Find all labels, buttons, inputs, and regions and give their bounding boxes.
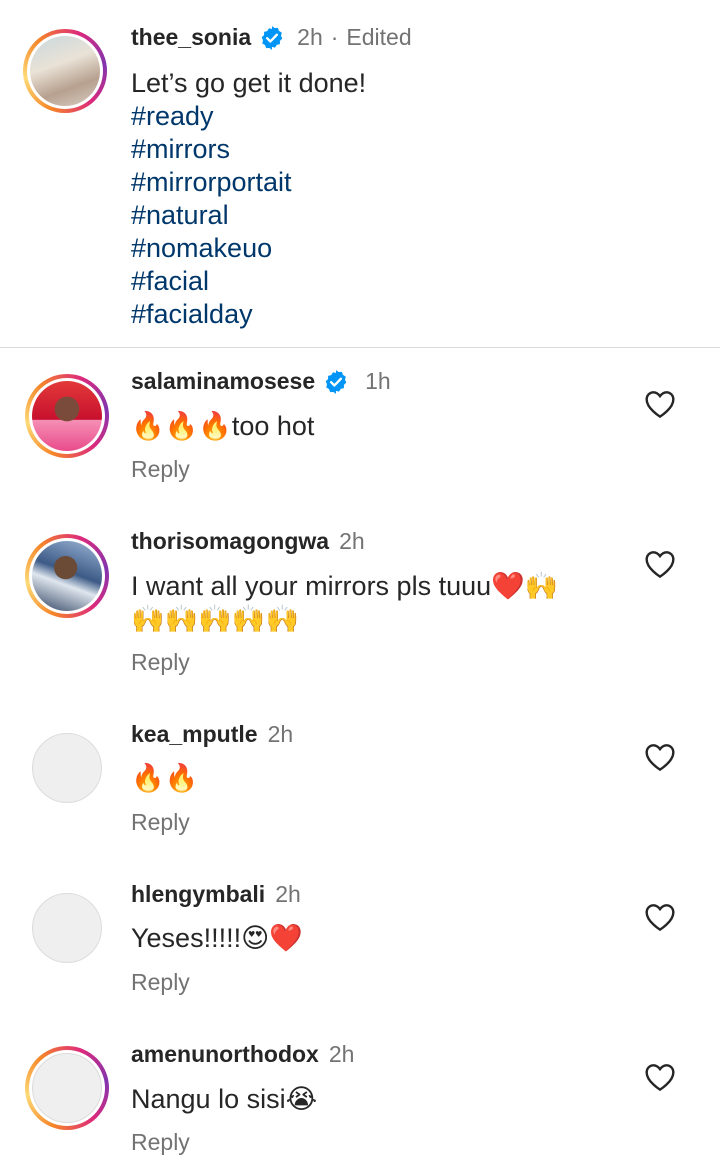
comment-time: 2h (275, 881, 301, 907)
verified-badge-icon (261, 25, 283, 50)
comment-text: I want all your mirrors pls tuuu❤️🙌 🙌🙌🙌🙌… (131, 570, 558, 636)
reply-button[interactable]: Reply (131, 1129, 190, 1156)
caption-divider (0, 347, 720, 348)
commenter-avatar[interactable] (32, 733, 102, 803)
comment-username[interactable]: amenunorthodox (131, 1041, 319, 1068)
heart-outline-icon[interactable] (644, 902, 676, 932)
comment-text: Nangu lo sisi😭 (131, 1084, 318, 1114)
comment-text: Yeses!!!!!😍❤️ (131, 923, 303, 953)
comment-text: 🔥🔥 (131, 763, 199, 794)
comment-text-content: too hot (231, 411, 315, 441)
comment-username[interactable]: thorisomagongwa (131, 528, 329, 555)
commenter-avatar[interactable] (25, 534, 109, 618)
hashtag-link[interactable]: #nomakeuo (131, 232, 366, 265)
comment-username[interactable]: hlengymbali (131, 881, 265, 908)
verified-badge-icon (325, 369, 347, 394)
hashtag-link[interactable]: #natural (131, 199, 366, 232)
author-avatar[interactable] (23, 29, 107, 113)
comment-username[interactable]: kea_mputle (131, 721, 258, 748)
reply-button[interactable]: Reply (131, 649, 190, 676)
hashtag-link[interactable]: #facial (131, 265, 366, 298)
comment-header: salaminamosese 1h (131, 368, 391, 395)
reply-button[interactable]: Reply (131, 969, 190, 996)
hashtag-link[interactable]: #mirrors (131, 133, 366, 166)
raising-hands-emoji-group: 🙌🙌🙌🙌🙌 (131, 604, 300, 635)
reply-button[interactable]: Reply (131, 809, 190, 836)
comment-username[interactable]: salaminamosese (131, 368, 315, 395)
hashtag-link[interactable]: #ready (131, 100, 366, 133)
hashtag-link[interactable]: #facialday (131, 298, 366, 331)
reply-button[interactable]: Reply (131, 456, 190, 483)
heart-outline-icon[interactable] (644, 1062, 676, 1092)
caption-edited-label: Edited (346, 24, 412, 50)
caption-time: 2h (297, 24, 323, 50)
commenter-avatar[interactable] (32, 893, 102, 963)
comment-text-content: I want all your mirrors pls tuuu❤️🙌 (131, 571, 559, 601)
comment-time: 1h (365, 368, 391, 394)
comment-header: hlengymbali 2h (131, 881, 301, 908)
caption-separator: · (330, 24, 339, 50)
heart-outline-icon[interactable] (644, 389, 676, 419)
post-caption: thee_sonia 2h · Edited Let’s go get it d… (0, 0, 720, 348)
caption-text-block: Let’s go get it done! #ready #mirrors #m… (131, 67, 366, 331)
comment-header: amenunorthodox 2h (131, 1041, 354, 1068)
comment-time: 2h (328, 1041, 355, 1067)
comment-header: thorisomagongwa 2h (131, 528, 365, 555)
comment-time: 2h (267, 721, 294, 747)
caption-header: thee_sonia 2h · Edited (131, 24, 412, 51)
heart-outline-icon[interactable] (644, 549, 676, 579)
fire-emoji-group: 🔥🔥🔥 (131, 411, 232, 442)
comment-time: 2h (339, 528, 365, 554)
comment-text: 🔥🔥🔥too hot (131, 410, 314, 443)
hashtag-link[interactable]: #mirrorportait (131, 166, 366, 199)
caption-text: Let’s go get it done! (131, 68, 367, 98)
caption-username[interactable]: thee_sonia (131, 24, 251, 51)
commenter-avatar[interactable] (25, 374, 109, 458)
comment-header: kea_mputle 2h (131, 721, 293, 748)
heart-outline-icon[interactable] (644, 742, 676, 772)
commenter-avatar[interactable] (25, 1046, 109, 1130)
